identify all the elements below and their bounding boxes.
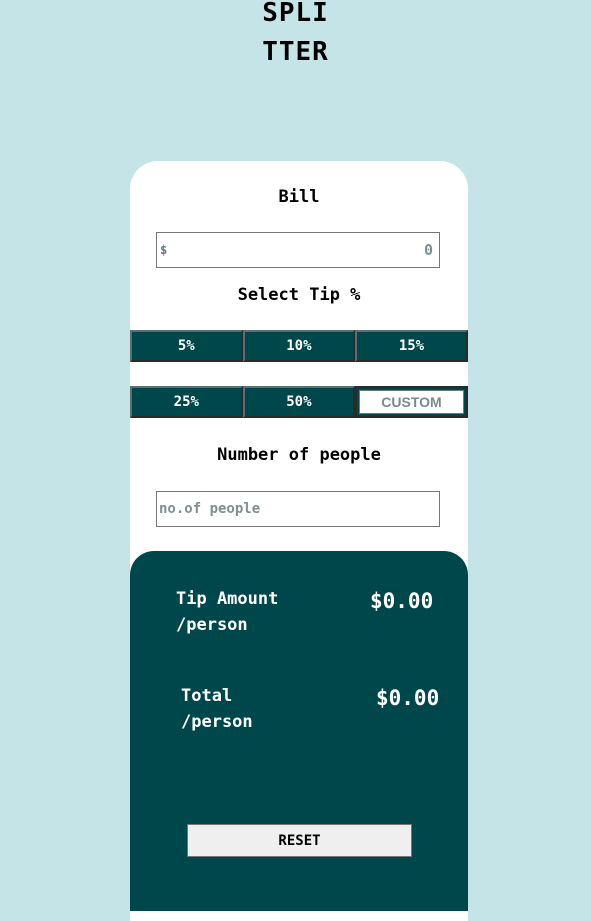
tip-amount-label: Tip Amount /person <box>176 586 278 638</box>
tip-10-button[interactable]: 10% <box>242 330 356 362</box>
dollar-icon: $ <box>160 243 168 257</box>
custom-tip-wrapper <box>355 386 468 418</box>
total-label-line-1: Total <box>181 686 233 706</box>
bill-input[interactable] <box>171 233 433 267</box>
total-label-line-2: /person <box>181 712 253 732</box>
tip-15-button[interactable]: 15% <box>355 330 468 362</box>
logo-line-1: SPLI <box>262 0 329 28</box>
bill-field[interactable]: $ <box>156 232 440 268</box>
tip-options-row-2: 25% 50% <box>130 386 468 418</box>
result-panel: Tip Amount /person $0.00 Total /person $… <box>130 551 468 911</box>
app-logo: SPLI TTER <box>0 0 591 72</box>
tip-amount-label-line-2: /person <box>176 615 248 635</box>
people-field[interactable] <box>156 491 440 527</box>
custom-tip-input[interactable] <box>359 390 464 414</box>
total-label: Total /person <box>181 683 253 735</box>
people-input[interactable] <box>157 492 439 526</box>
total-value: $0.00 <box>376 686 440 710</box>
logo-line-2: TTER <box>262 37 329 67</box>
tip-25-button[interactable]: 25% <box>130 386 243 418</box>
reset-button[interactable]: RESET <box>187 824 412 857</box>
bill-label: Bill <box>278 187 320 207</box>
tip-amount-value: $0.00 <box>370 589 434 613</box>
tip-options-row-1: 5% 10% 15% <box>130 330 468 362</box>
select-tip-label: Select Tip % <box>237 285 361 305</box>
tip-5-button[interactable]: 5% <box>130 330 243 362</box>
tip-amount-label-line-1: Tip Amount <box>176 589 279 609</box>
tip-50-button[interactable]: 50% <box>242 386 356 418</box>
people-label: Number of people <box>217 445 381 465</box>
